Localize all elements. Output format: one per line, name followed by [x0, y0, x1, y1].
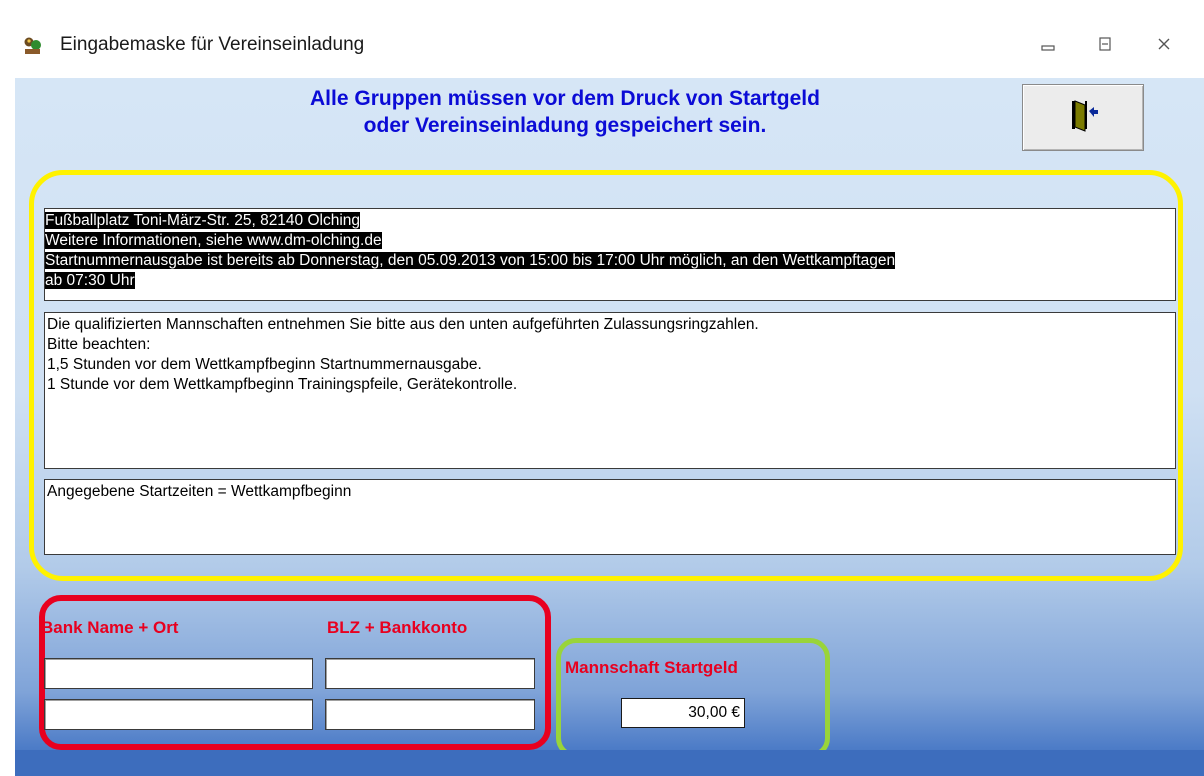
- bank-account-label: BLZ + Bankkonto: [327, 618, 468, 637]
- close-icon: [1156, 36, 1172, 57]
- bank-name-label: Bank Name + Ort: [41, 618, 179, 637]
- notes-line: 1,5 Stunden vor dem Wettkampfbeginn Star…: [47, 356, 482, 373]
- app-window: Eingabemaske für Vereinseinladung Alle G…: [0, 0, 1204, 776]
- team-fee-field[interactable]: 30,00 €: [621, 698, 745, 728]
- notes-line: Bitte beachten:: [47, 336, 151, 353]
- maximize-button[interactable]: [1085, 28, 1125, 64]
- start-times-line: Angegebene Startzeiten = Wettkampfbeginn: [47, 483, 352, 500]
- bank-account-field-2[interactable]: [325, 699, 535, 730]
- team-fee-value: 30,00 €: [688, 704, 740, 721]
- window-title: Eingabemaske für Vereinseinladung: [60, 34, 365, 55]
- location-line: Fußballplatz Toni-März-Str. 25, 82140 Ol…: [45, 212, 361, 229]
- maximize-icon: [1097, 36, 1113, 57]
- notes-line: Die qualifizierten Mannschaften entnehme…: [47, 316, 759, 333]
- app-icon: [22, 36, 44, 56]
- bank-name-field-2[interactable]: [44, 699, 313, 730]
- bank-account-field-1[interactable]: [325, 658, 535, 689]
- exit-button[interactable]: [1022, 84, 1144, 151]
- team-fee-label: Mannschaft Startgeld: [565, 658, 738, 677]
- location-line: ab 07:30 Uhr: [45, 272, 135, 289]
- notes-memo[interactable]: Die qualifizierten Mannschaften entnehme…: [44, 312, 1176, 469]
- location-line: Weitere Informationen, siehe www.dm-olch…: [45, 232, 382, 249]
- bank-name-field-1[interactable]: [44, 658, 313, 689]
- start-times-memo[interactable]: Angegebene Startzeiten = Wettkampfbeginn: [44, 479, 1176, 555]
- location-line: Startnummernausgabe ist bereits ab Donne…: [45, 252, 896, 269]
- exit-door-icon: [1065, 97, 1101, 138]
- form-client-area: Alle Gruppen müssen vor dem Druck von St…: [15, 78, 1204, 776]
- save-warning-banner: Alle Gruppen müssen vor dem Druck von St…: [15, 85, 1115, 139]
- notes-line: 1 Stunde vor dem Wettkampfbeginn Trainin…: [47, 376, 518, 393]
- bottom-bar: [15, 750, 1204, 776]
- location-memo[interactable]: Fußballplatz Toni-März-Str. 25, 82140 Ol…: [44, 208, 1176, 301]
- title-bar: Eingabemaske für Vereinseinladung: [0, 0, 1204, 90]
- minimize-icon: [1040, 36, 1056, 57]
- close-button[interactable]: [1144, 28, 1184, 64]
- banner-line-2: oder Vereinseinladung gespeichert sein.: [363, 114, 767, 137]
- banner-line-1: Alle Gruppen müssen vor dem Druck von St…: [310, 87, 820, 110]
- minimize-button[interactable]: [1028, 28, 1068, 64]
